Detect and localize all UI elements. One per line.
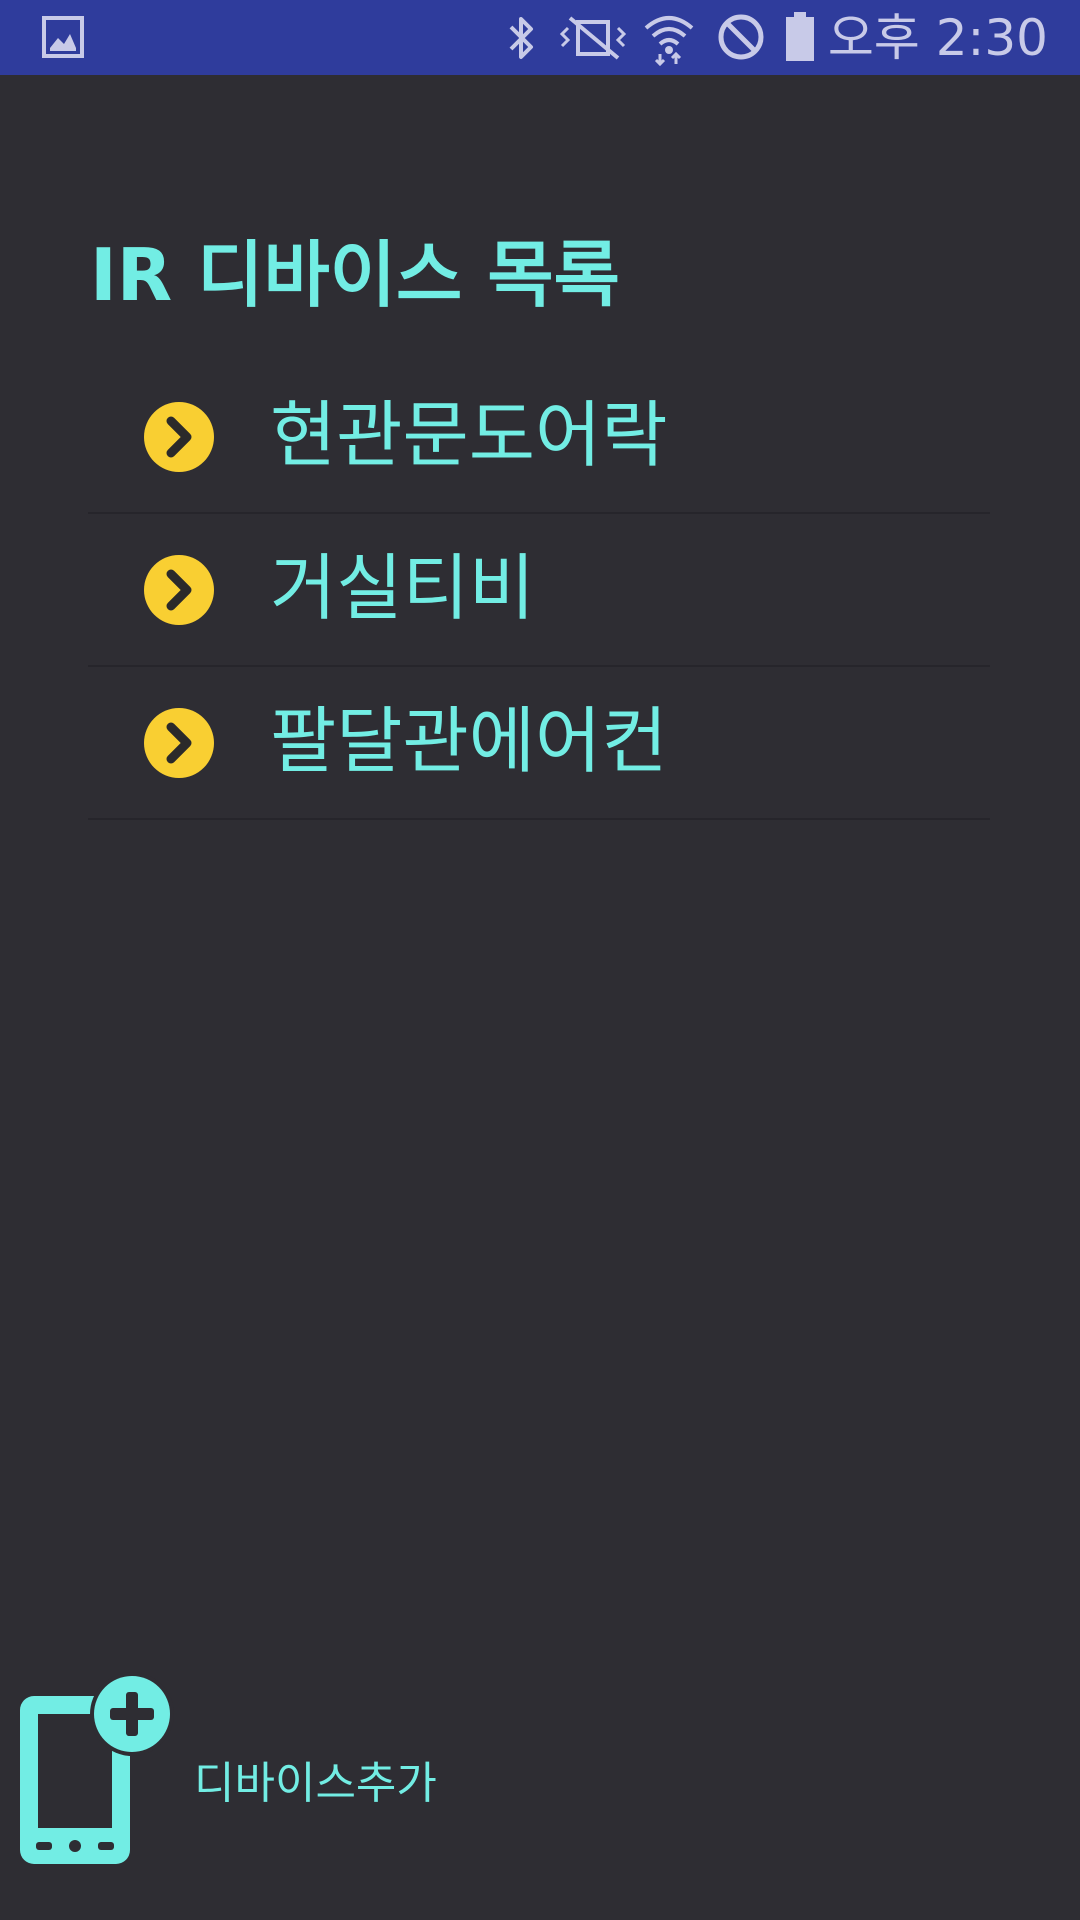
device-label: 거실티비 <box>270 546 535 630</box>
main-content: IR 디바이스 목록 현관문도어락 거실티비 팔달관에어컨 디바이스추가 <box>0 75 1080 1920</box>
device-list-item[interactable]: 현관문도어락 <box>88 361 990 514</box>
status-bar: 오후 2:30 <box>0 0 1080 75</box>
status-time: 오후 2:30 <box>827 9 1048 67</box>
chevron-right-circle-icon <box>144 402 214 472</box>
add-device-label: 디바이스추가 <box>194 1758 437 1809</box>
device-list-item[interactable]: 거실티비 <box>88 514 990 667</box>
device-list: 현관문도어락 거실티비 팔달관에어컨 <box>88 361 990 820</box>
do-not-disturb-icon <box>718 14 764 60</box>
chevron-right-circle-icon <box>144 708 214 778</box>
add-device-button[interactable]: 디바이스추가 <box>14 1672 454 1872</box>
vibrate-icon <box>559 16 627 60</box>
bluetooth-icon <box>509 17 533 59</box>
page-title: IR 디바이스 목록 <box>90 233 620 317</box>
device-label: 현관문도어락 <box>270 393 668 477</box>
chevron-right-circle-icon <box>144 555 214 625</box>
device-label: 팔달관에어컨 <box>270 699 668 783</box>
wifi-icon <box>644 16 694 66</box>
battery-icon <box>786 12 814 61</box>
phone-add-icon <box>20 1672 174 1864</box>
image-notification-icon <box>42 16 84 58</box>
device-list-item[interactable]: 팔달관에어컨 <box>88 667 990 820</box>
